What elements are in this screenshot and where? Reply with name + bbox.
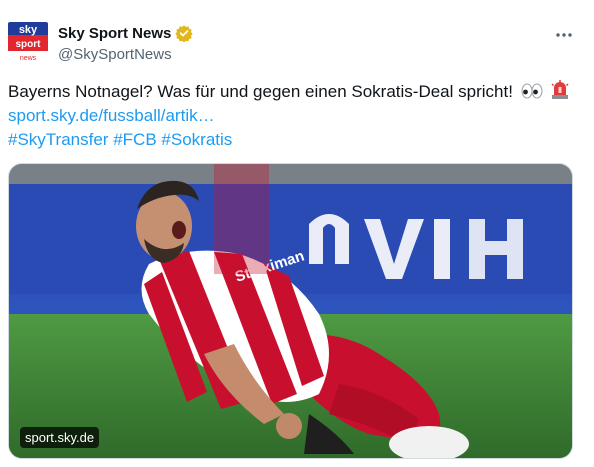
article-link[interactable]: sport.sky.de/fussball/artik… (8, 105, 215, 127)
hashtag-sokratis[interactable]: #Sokratis (161, 130, 232, 149)
verified-badge-icon[interactable] (175, 24, 194, 42)
rotating-light-emoji-icon (550, 80, 570, 106)
logo-text-news: news (20, 55, 37, 62)
sky-sport-logo-icon: sky sport news (8, 22, 48, 62)
account-name-row: Sky Sport News (58, 24, 194, 42)
more-dots-icon[interactable] (553, 24, 575, 46)
football-player-celebrating-photo: Stoiximan (9, 164, 572, 458)
hashtag-skytransfer[interactable]: #SkyTransfer (8, 130, 108, 149)
tweet-media-image[interactable]: Stoiximan (8, 163, 573, 459)
tweet-card[interactable]: sky sport news Sky Sport News @SkySportN… (0, 0, 594, 467)
logo-text-sky: sky (19, 24, 38, 36)
hashtag-fcb[interactable]: #FCB (113, 130, 156, 149)
account-avatar[interactable]: sky sport news (8, 22, 48, 62)
logo-text-sport: sport (16, 39, 42, 50)
display-name[interactable]: Sky Sport News (58, 25, 171, 42)
account-handle[interactable]: @SkySportNews (58, 46, 172, 63)
tweet-text-content: Bayerns Notnagel? Was für und gegen eine… (8, 82, 513, 101)
media-source-label: sport.sky.de (20, 427, 100, 448)
hashtags-row: #SkyTransfer #FCB #Sokratis (8, 129, 232, 151)
eyes-emoji-icon (521, 82, 543, 106)
tweet-text: Bayerns Notnagel? Was für und gegen eine… (8, 80, 570, 106)
